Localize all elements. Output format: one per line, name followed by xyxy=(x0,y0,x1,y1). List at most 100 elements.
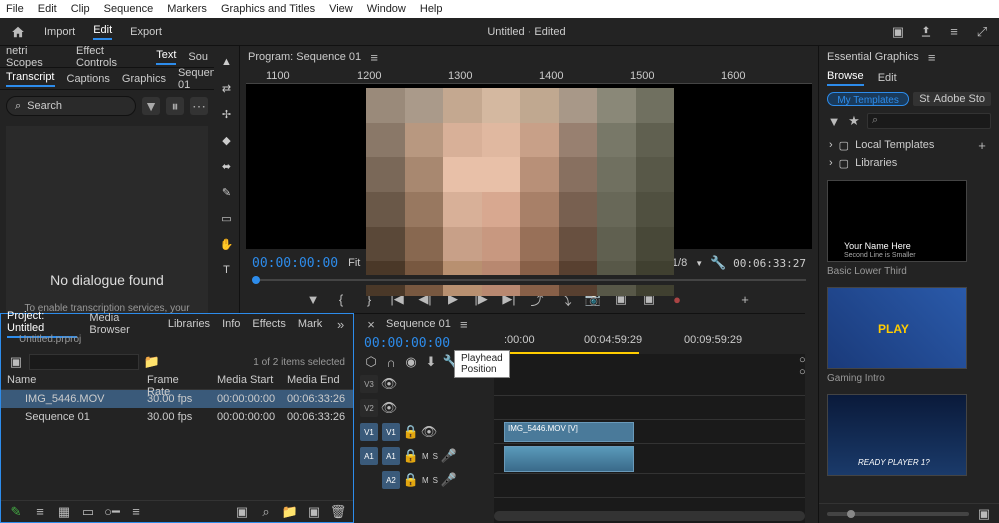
tab-info[interactable]: Info xyxy=(222,318,240,330)
track-v3-label[interactable]: V3 xyxy=(360,375,378,393)
quick-export-icon[interactable]: ▣ xyxy=(891,25,905,39)
link-sel-icon[interactable]: ◉ xyxy=(404,355,418,369)
track-select-icon[interactable]: ⇄ xyxy=(219,80,235,96)
lock-icon[interactable]: 🔒 xyxy=(404,449,418,463)
table-row[interactable]: IMG_5446.MOV 30.00 fps 00:00:00:00 00:06… xyxy=(1,390,353,408)
icon-view-icon[interactable]: ▦ xyxy=(57,505,71,519)
razor-tool-icon[interactable]: ◆ xyxy=(219,132,235,148)
menu-graphics[interactable]: Graphics and Titles xyxy=(221,3,315,15)
mute-icon[interactable]: M xyxy=(422,452,429,461)
transcript-search[interactable]: ⌕Search xyxy=(6,96,136,116)
bin-folder-icon[interactable]: 📁 xyxy=(145,355,159,369)
button-editor-icon[interactable]: + xyxy=(738,292,752,306)
panel-menu-icon[interactable]: » xyxy=(334,317,347,331)
selection-tool-icon[interactable]: ▲ xyxy=(219,54,235,70)
voice-icon[interactable]: 🎤 xyxy=(442,449,456,463)
track-v2-label[interactable]: V2 xyxy=(360,399,378,417)
track-v1[interactable]: IMG_5446.MOV [V] xyxy=(494,420,805,444)
delete-icon[interactable]: 🗑 xyxy=(331,505,345,519)
in-icon[interactable]: { xyxy=(334,292,348,306)
eg-search-input[interactable] xyxy=(867,113,991,129)
voice-icon[interactable]: 🎤 xyxy=(442,473,456,487)
lock-icon[interactable]: 🔒 xyxy=(404,425,418,439)
filter-icon[interactable]: ▼ xyxy=(142,97,160,115)
type-tool-icon[interactable]: T xyxy=(219,262,235,278)
progress-slider[interactable] xyxy=(252,275,806,285)
home-icon[interactable] xyxy=(10,25,26,39)
workspace-import[interactable]: Import xyxy=(44,26,75,38)
tab-text[interactable]: Text xyxy=(156,49,176,65)
tab-effects[interactable]: Effects xyxy=(252,318,285,330)
new-item-icon[interactable]: ▣ xyxy=(307,505,321,519)
filter-funnel-icon[interactable]: ▼ xyxy=(827,114,841,128)
marker-icon[interactable]: ▼ xyxy=(306,292,320,306)
menu-edit[interactable]: Edit xyxy=(38,3,57,15)
panel-menu-icon[interactable]: ≡ xyxy=(457,317,471,331)
hand-tool-icon[interactable]: ✋ xyxy=(219,236,235,252)
col-mediastart[interactable]: Media Start xyxy=(211,372,281,389)
eg-tab-browse[interactable]: Browse xyxy=(827,70,864,86)
track-a2-label[interactable]: A2 xyxy=(382,471,400,489)
track-v3[interactable] xyxy=(494,372,805,396)
toggle-output-icon[interactable]: 👁 xyxy=(382,377,396,391)
add-icon[interactable]: + xyxy=(975,138,989,152)
tab-libraries[interactable]: Libraries xyxy=(168,318,210,330)
subtab-graphics[interactable]: Graphics xyxy=(122,73,166,85)
track-zoom[interactable]: ○○ xyxy=(799,354,813,378)
subtab-transcript[interactable]: Transcript xyxy=(6,71,55,87)
video-clip[interactable]: IMG_5446.MOV [V] xyxy=(504,422,634,442)
template-thumb[interactable]: Your Name HereSecond Line is Smaller Bas… xyxy=(827,180,991,277)
timeline-scrollbar[interactable] xyxy=(494,511,805,521)
toggle-output-icon[interactable]: 👁 xyxy=(382,401,396,415)
menu-clip[interactable]: Clip xyxy=(71,3,90,15)
my-templates-button[interactable]: My Templates xyxy=(827,92,909,106)
program-monitor[interactable]: 110012001300140015001600 xyxy=(246,70,812,249)
share-icon[interactable] xyxy=(919,25,933,39)
toggle-output-icon[interactable]: 👁 xyxy=(422,425,436,439)
adobe-stock-button[interactable]: StAdobe Sto xyxy=(913,92,991,106)
favorite-icon[interactable]: ★ xyxy=(847,114,861,128)
automate-icon[interactable]: ▣ xyxy=(235,505,249,519)
mute-icon[interactable]: M xyxy=(422,476,429,485)
tab-effect-controls[interactable]: Effect Controls xyxy=(76,45,144,69)
menu-bar[interactable]: File Edit Clip Sequence Markers Graphics… xyxy=(0,0,999,18)
fullscreen-icon[interactable]: ⤢ xyxy=(975,25,989,39)
freeform-icon[interactable]: ▭ xyxy=(81,505,95,519)
eg-new-icon[interactable]: ▣ xyxy=(977,507,991,521)
slip-tool-icon[interactable]: ⬌ xyxy=(219,158,235,174)
rectangle-tool-icon[interactable]: ▭ xyxy=(219,210,235,226)
workspace-menu-icon[interactable]: ≡ xyxy=(947,25,961,39)
marker-span-icon[interactable]: ⬇ xyxy=(424,355,438,369)
pen-tool-icon[interactable]: ✎ xyxy=(219,184,235,200)
track-a1[interactable] xyxy=(494,444,805,474)
timecode-current[interactable]: 00:00:00:00 xyxy=(252,256,338,271)
tree-libraries[interactable]: ›▢Libraries xyxy=(819,154,999,172)
col-framerate[interactable]: Frame Rate xyxy=(141,372,211,389)
wrench-icon[interactable]: 🔧 xyxy=(711,256,725,270)
timeline-ruler[interactable]: :00:00 00:04:59:29 00:09:59:29 xyxy=(494,334,805,354)
more-icon[interactable]: ⋯ xyxy=(190,97,208,115)
panel-menu-icon[interactable]: ≡ xyxy=(367,50,381,64)
nest-icon[interactable]: ⬡ xyxy=(364,355,378,369)
col-mediaend[interactable]: Media End xyxy=(281,372,351,389)
menu-window[interactable]: Window xyxy=(367,3,406,15)
solo-icon[interactable]: S xyxy=(433,476,438,485)
project-search-input[interactable] xyxy=(29,354,139,370)
work-area-bar[interactable] xyxy=(509,352,639,354)
scale-label[interactable]: 1/8 xyxy=(672,257,687,269)
track-a1-label[interactable]: A1 xyxy=(382,447,400,465)
tree-local-templates[interactable]: ›▢Local Templates+ xyxy=(819,136,999,154)
bin-icon[interactable]: ▣ xyxy=(9,355,23,369)
new-bin-icon[interactable]: 📁 xyxy=(283,505,297,519)
track-v1-src[interactable]: V1 xyxy=(360,423,378,441)
workspace-export[interactable]: Export xyxy=(130,26,162,38)
track-v2[interactable] xyxy=(494,396,805,420)
lock-icon[interactable]: 🔒 xyxy=(404,473,418,487)
track-a1-src[interactable]: A1 xyxy=(360,447,378,465)
audio-clip[interactable] xyxy=(504,446,634,472)
zoom-slider-icon[interactable]: ○━ xyxy=(105,505,119,519)
tab-lumetri[interactable]: netri Scopes xyxy=(6,45,64,69)
panel-menu-icon[interactable]: ≡ xyxy=(925,50,939,64)
template-thumb[interactable]: PLAY Gaming Intro xyxy=(827,287,991,384)
track-v1-label[interactable]: V1 xyxy=(382,423,400,441)
